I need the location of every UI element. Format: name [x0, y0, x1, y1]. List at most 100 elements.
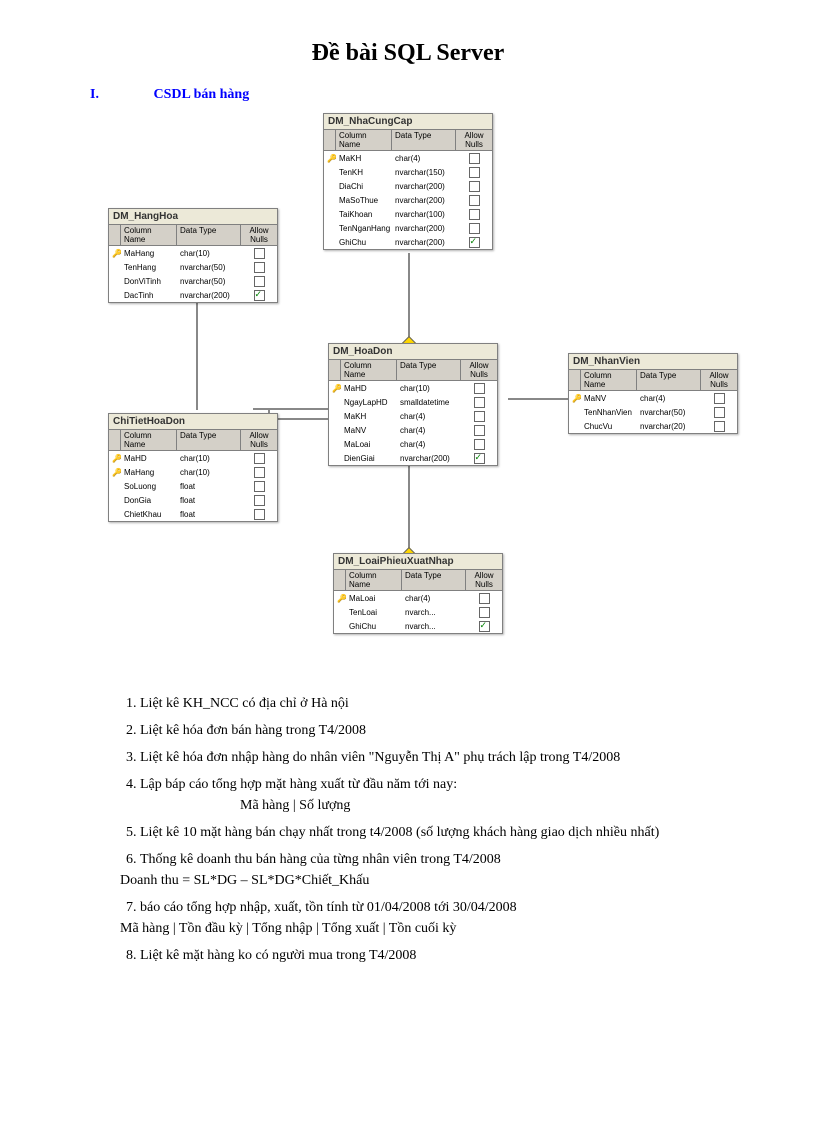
column-type: nvarchar(100) — [392, 209, 456, 220]
question-sub: Mã hàng | Số lượng — [240, 795, 696, 816]
column-name: DonGia — [121, 495, 177, 506]
column-name: NgayLapHD — [341, 397, 397, 408]
column-name: ChietKhau — [121, 509, 177, 520]
table-nhacungcap: DM_NhaCungCap Column Name Data Type Allo… — [323, 113, 493, 250]
table-loaiphieu: DM_LoaiPhieuXuatNhap Column Name Data Ty… — [333, 553, 503, 634]
checkbox-icon — [469, 209, 480, 220]
checkbox-icon — [254, 276, 265, 287]
allow-null-cell — [241, 247, 277, 260]
key-icon — [329, 401, 341, 403]
column-type: nvarchar(200) — [397, 453, 461, 464]
table-row: DacTinhnvarchar(200) — [109, 288, 277, 302]
question-item: Liệt kê 10 mặt hàng bán chạy nhất trong … — [140, 822, 696, 843]
checkbox-icon — [254, 453, 265, 464]
key-icon — [324, 227, 336, 229]
relation-line — [408, 453, 410, 553]
key-icon — [109, 266, 121, 268]
table-row: 🔑MaHDchar(10) — [109, 451, 277, 465]
column-type: nvarch... — [402, 621, 466, 632]
checkbox-icon — [474, 453, 485, 464]
table-title: ChiTietHoaDon — [109, 414, 277, 430]
key-icon — [329, 443, 341, 445]
key-icon — [334, 611, 346, 613]
key-icon — [334, 625, 346, 627]
column-name: MaLoai — [341, 439, 397, 450]
key-icon: 🔑 — [109, 467, 121, 478]
column-name: TenHang — [121, 262, 177, 273]
table-row: MaNVchar(4) — [329, 423, 497, 437]
checkbox-icon — [254, 481, 265, 492]
column-name: MaKH — [336, 153, 392, 164]
allow-null-cell — [466, 606, 502, 619]
table-row: 🔑MaHDchar(10) — [329, 381, 497, 395]
allow-null-cell — [466, 620, 502, 633]
column-type: float — [177, 495, 241, 506]
relation-line — [253, 408, 328, 410]
table-row: GhiChunvarch... — [334, 619, 502, 633]
column-type: char(4) — [392, 153, 456, 164]
column-name: DonViTinh — [121, 276, 177, 287]
column-name: MaHD — [341, 383, 397, 394]
column-type: nvarchar(200) — [392, 223, 456, 234]
key-icon — [329, 457, 341, 459]
checkbox-icon — [254, 509, 265, 520]
checkbox-icon — [714, 393, 725, 404]
allow-null-cell — [456, 152, 492, 165]
column-type: nvarchar(200) — [177, 290, 241, 301]
key-icon: 🔑 — [334, 593, 346, 604]
allow-null-cell — [461, 396, 497, 409]
allow-null-cell — [241, 452, 277, 465]
column-name: SoLuong — [121, 481, 177, 492]
checkbox-icon — [254, 262, 265, 273]
table-row: ChietKhaufloat — [109, 507, 277, 521]
column-name: DacTinh — [121, 290, 177, 301]
column-type: nvarchar(150) — [392, 167, 456, 178]
column-name: DienGiai — [341, 453, 397, 464]
table-row: DienGiainvarchar(200) — [329, 451, 497, 465]
allow-null-cell — [701, 406, 737, 419]
key-icon: 🔑 — [569, 393, 581, 404]
checkbox-icon — [714, 421, 725, 432]
key-icon: 🔑 — [109, 453, 121, 464]
allow-null-cell — [701, 392, 737, 405]
question-sub: Doanh thu = SL*DG – SL*DG*Chiết_Khấu — [120, 870, 696, 891]
question-item: Lập báp cáo tổng hợp mặt hàng xuất từ đầ… — [140, 774, 696, 816]
allow-null-cell — [456, 194, 492, 207]
column-name: GhiChu — [336, 237, 392, 248]
question-item: Liệt kê hóa đơn nhập hàng do nhân viên "… — [140, 747, 696, 768]
checkbox-icon — [254, 495, 265, 506]
table-hoadon: DM_HoaDon Column Name Data Type Allow Nu… — [328, 343, 498, 466]
key-icon — [324, 185, 336, 187]
allow-null-cell — [461, 438, 497, 451]
column-name: TenKH — [336, 167, 392, 178]
column-name: MaLoai — [346, 593, 402, 604]
column-type: nvarchar(50) — [177, 276, 241, 287]
column-name: TenNganHang — [336, 223, 392, 234]
question-item: Liệt kê KH_NCC có địa chỉ ở Hà nội — [140, 693, 696, 714]
column-type: float — [177, 509, 241, 520]
question-list: Liệt kê KH_NCC có địa chỉ ở Hà nội Liệt … — [60, 693, 756, 966]
section-header: I. CSDL bán hàng — [60, 87, 756, 103]
column-name: MaSoThue — [336, 195, 392, 206]
key-icon — [329, 429, 341, 431]
question-item: báo cáo tổng hợp nhập, xuất, tồn tính từ… — [140, 897, 696, 939]
column-name: MaNV — [341, 425, 397, 436]
key-icon: 🔑 — [109, 248, 121, 259]
allow-null-cell — [241, 466, 277, 479]
column-name: TaiKhoan — [336, 209, 392, 220]
key-icon — [109, 499, 121, 501]
allow-null-cell — [456, 166, 492, 179]
key-icon: 🔑 — [329, 383, 341, 394]
relation-line — [196, 285, 198, 410]
column-name: TenLoai — [346, 607, 402, 618]
column-type: char(10) — [177, 467, 241, 478]
table-nhanvien: DM_NhanVien Column Name Data Type Allow … — [568, 353, 738, 434]
question-item: Liệt kê mặt hàng ko có người mua trong T… — [140, 945, 696, 966]
question-sub: Mã hàng | Tồn đầu kỳ | Tổng nhập | Tổng … — [120, 918, 696, 939]
question-item: Liệt kê hóa đơn bán hàng trong T4/2008 — [140, 720, 696, 741]
allow-null-cell — [461, 424, 497, 437]
allow-null-cell — [456, 208, 492, 221]
table-title: DM_NhanVien — [569, 354, 737, 370]
column-type: char(4) — [397, 411, 461, 422]
column-type: nvarchar(200) — [392, 237, 456, 248]
